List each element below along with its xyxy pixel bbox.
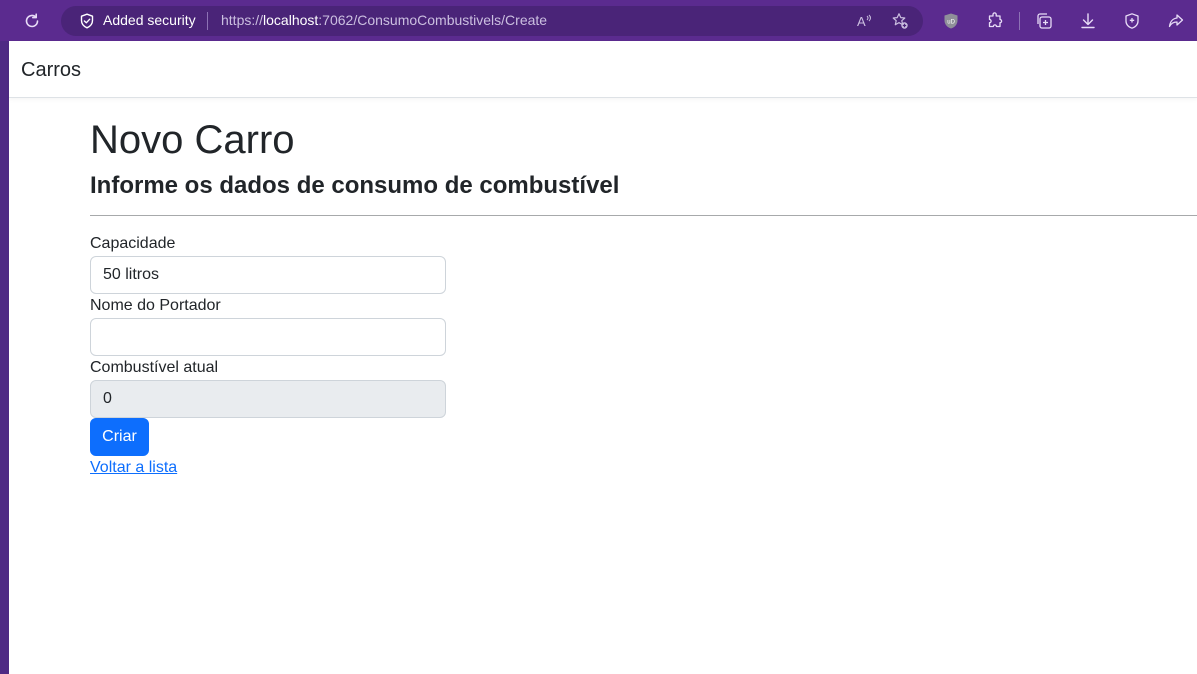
toolbar-separator <box>1019 12 1020 30</box>
collections-button[interactable] <box>1034 11 1054 31</box>
reload-icon <box>25 13 39 28</box>
page-title: Novo Carro <box>90 118 295 162</box>
url-prefix: https:// <box>221 12 264 28</box>
extensions-button[interactable] <box>985 11 1005 31</box>
combustivel-atual-label: Combustível atual <box>90 359 219 376</box>
browser-toolbar: Added security https://localhost:7062/Co… <box>0 0 1197 41</box>
svg-text:A: A <box>857 14 866 29</box>
browser-essentials-icon <box>1125 13 1139 29</box>
security-label[interactable]: Added security <box>103 12 196 28</box>
ublock-icon: uD <box>944 13 958 29</box>
address-divider <box>207 12 208 30</box>
horizontal-rule <box>90 215 1197 216</box>
ublock-button[interactable]: uD <box>941 11 961 31</box>
side-panel-edge <box>0 41 9 674</box>
address-bar[interactable]: Added security https://localhost:7062/Co… <box>61 6 923 36</box>
url-host: localhost <box>263 12 319 28</box>
capacidade-input[interactable] <box>90 256 446 294</box>
criar-button[interactable]: Criar <box>90 418 149 456</box>
collections-icon <box>1037 13 1052 29</box>
extensions-icon <box>988 12 1003 28</box>
share-button[interactable] <box>1166 11 1186 31</box>
combustivel-atual-input[interactable] <box>90 380 446 418</box>
svg-text:uD: uD <box>947 20 955 26</box>
navbar: Carros <box>9 41 1197 98</box>
favorite-add-icon[interactable] <box>891 12 909 30</box>
web-page: Carros Novo Carro Informe os dados de co… <box>9 41 1197 674</box>
page-subtitle: Informe os dados de consumo de combustív… <box>90 172 620 199</box>
read-aloud-icon[interactable]: A <box>855 12 873 30</box>
shield-check-icon <box>80 13 94 29</box>
share-icon <box>1168 14 1184 28</box>
nome-portador-input[interactable] <box>90 318 446 356</box>
nome-portador-label: Nome do Portador <box>90 297 221 314</box>
reload-button[interactable] <box>21 10 43 32</box>
downloads-button[interactable] <box>1078 11 1098 31</box>
downloads-icon <box>1081 13 1095 29</box>
url-path: :7062/ConsumoCombustivels/Create <box>318 12 548 28</box>
navbar-brand[interactable]: Carros <box>21 59 81 82</box>
url-text[interactable]: https://localhost:7062/ConsumoCombustive… <box>221 12 547 28</box>
back-to-list-link[interactable]: Voltar a lista <box>90 459 177 477</box>
capacidade-label: Capacidade <box>90 235 176 252</box>
browser-essentials-button[interactable] <box>1122 11 1142 31</box>
